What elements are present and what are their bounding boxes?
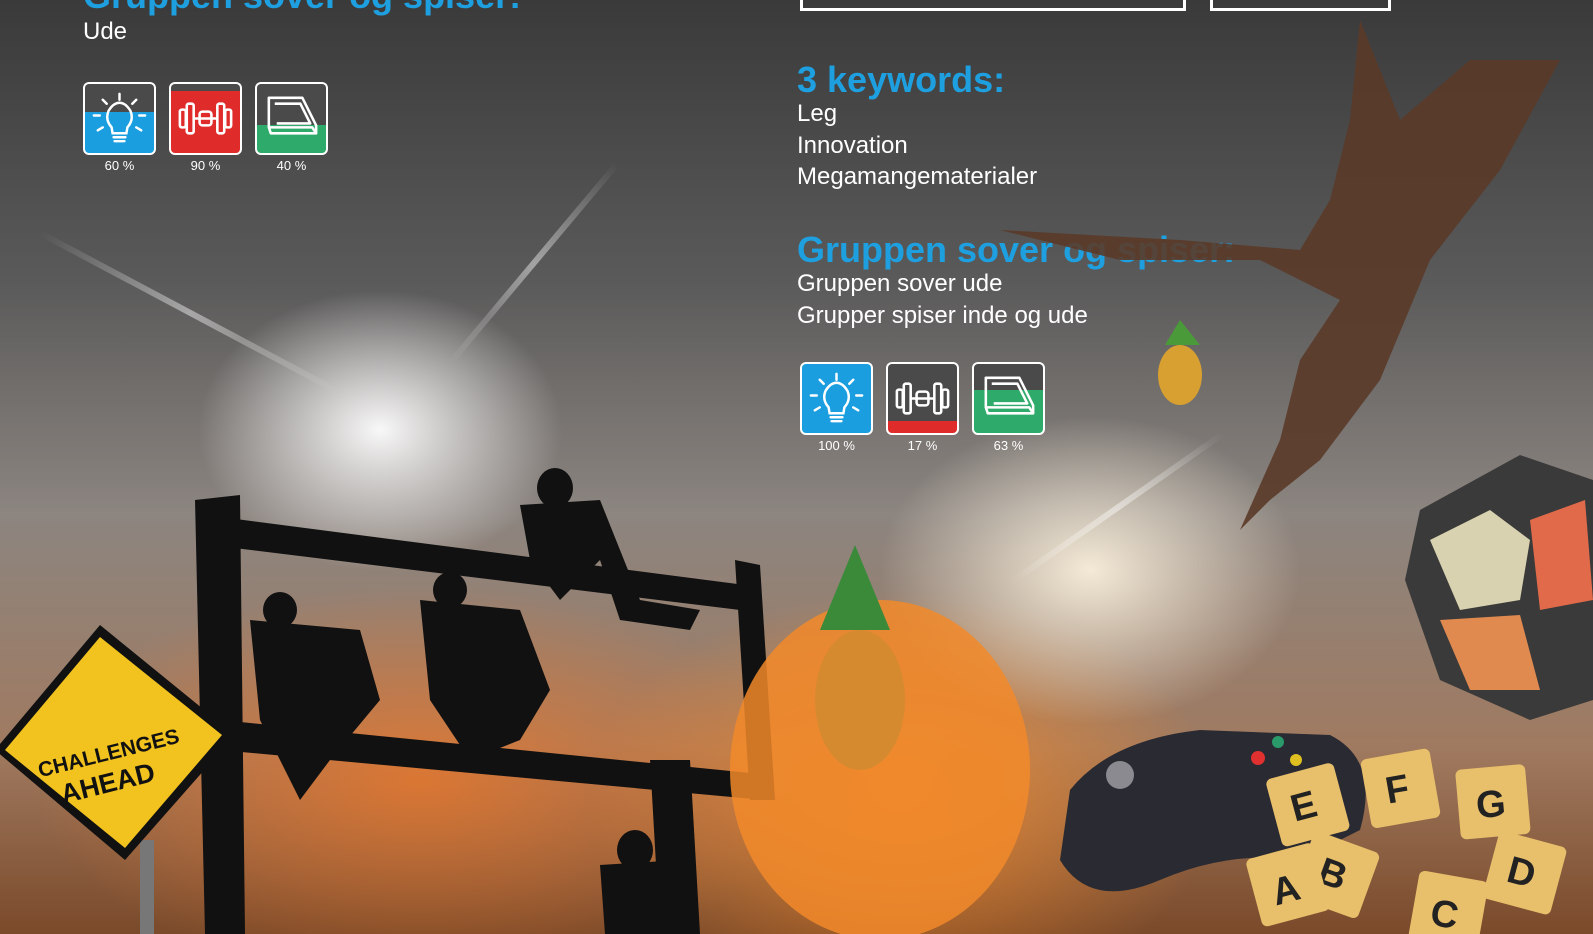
stat-dumbbell: 17 % (886, 362, 959, 453)
pineapple-fire (730, 545, 1030, 934)
lightbulb-icon-glyph (92, 92, 147, 143)
top-box-right (1210, 0, 1391, 11)
scrabble-tile-letter: E (1286, 783, 1321, 830)
keyword-1: Leg (797, 100, 838, 127)
stat-book: 40 % (255, 82, 328, 173)
puzzle-cube (1405, 455, 1593, 720)
scrabble-tile-letter: G (1474, 783, 1507, 827)
obstacle-frame-silhouette (195, 468, 775, 934)
book-icon (972, 362, 1045, 435)
stat-lightbulb: 100 % (800, 362, 873, 453)
eat-line-2: Grupper spiser inde og ude (797, 302, 1088, 329)
top-box-left (800, 0, 1186, 11)
stat-percent: 60 % (104, 158, 135, 173)
keyword-2: Innovation (797, 132, 908, 159)
stat-percent: 63 % (993, 438, 1024, 453)
stat-book: 63 % (972, 362, 1045, 453)
left-line-1: Ude (83, 18, 128, 45)
lightbulb-icon (83, 82, 156, 155)
dragon-illustration (1000, 20, 1560, 530)
stat-percent: 90 % (190, 158, 221, 173)
keyword-3: Megamangematerialer (797, 163, 1038, 190)
stat-dumbbell: 90 % (169, 82, 242, 173)
eat-line-1: Gruppen sover ude (797, 270, 1003, 297)
stat-percent: 100 % (818, 438, 855, 453)
lightbulb-icon (800, 362, 873, 435)
game-controller (1060, 730, 1366, 892)
light-beam (447, 161, 620, 365)
sign-line-1: CHALLENGES (36, 725, 182, 782)
sign-line-2: AHEAD (58, 757, 158, 809)
book-icon-glyph (984, 376, 1035, 415)
scrabble-tiles: E F G B D A C (1246, 748, 1567, 934)
eat-heading: Gruppen sover og spiser: (797, 229, 1236, 270)
pineapple-small (1158, 320, 1202, 405)
dumbbell-icon (169, 82, 242, 155)
book-icon-glyph (267, 96, 318, 135)
stat-percent: 40 % (276, 158, 307, 173)
scrabble-tile-letter: D (1503, 849, 1540, 897)
left-stat-row: 60 % 90 % 40 % (83, 82, 328, 173)
dumbbell-icon (886, 362, 959, 435)
dumbbell-icon-glyph (895, 382, 950, 415)
scrabble-tile-letter: B (1312, 850, 1352, 899)
scrabble-tile-letter: C (1427, 892, 1461, 934)
stat-lightbulb: 60 % (83, 82, 156, 173)
light-beam (38, 230, 342, 396)
scrabble-tile-letter: A (1267, 867, 1304, 915)
book-icon (255, 82, 328, 155)
challenges-ahead-sign: CHALLENGES AHEAD (0, 625, 235, 934)
left-heading: Gruppen sover og spiser: (83, 0, 521, 14)
keywords-heading: 3 keywords: (797, 59, 1006, 100)
scrabble-tile-letter: F (1382, 767, 1412, 812)
right-stat-row: 100 % 17 % 63 % (800, 362, 1045, 453)
stat-percent: 17 % (907, 438, 938, 453)
lightbulb-icon-glyph (809, 372, 864, 423)
dumbbell-icon-glyph (178, 102, 233, 135)
light-beam (1008, 431, 1225, 586)
